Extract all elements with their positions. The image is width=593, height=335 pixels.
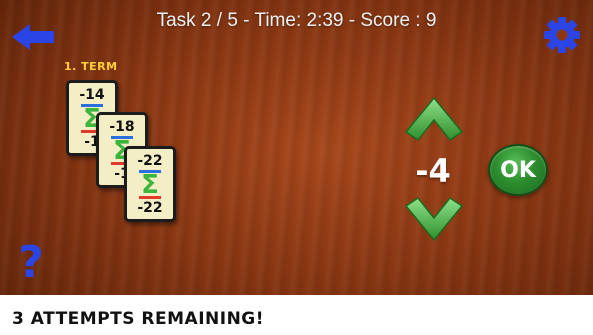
decrement-button[interactable] [404,196,464,242]
card-top-value: -18 [109,119,135,135]
increment-button[interactable] [404,96,464,142]
status-header: Task 2 / 5 - Time: 2:39 - Score : 9 [156,10,437,31]
term-label: 1. TERM [64,60,118,73]
chevron-down-icon [404,196,464,242]
back-button[interactable] [10,22,56,52]
stepper-value: -4 [415,152,451,190]
card-top-value: -14 [79,87,105,103]
attempts-remaining-text: 3 ATTEMPTS REMAINING! [12,309,265,329]
card-divider [139,196,161,199]
sigma-icon: Σ [141,170,159,200]
chevron-up-icon [404,96,464,142]
help-button[interactable]: ? [14,238,48,288]
term-card[interactable]: -22 Σ -22 [124,146,176,222]
status-bar: 3 ATTEMPTS REMAINING! [0,295,593,335]
card-bottom-value: -22 [137,200,163,216]
gear-icon [544,17,580,53]
settings-button[interactable] [543,16,581,54]
ok-button[interactable]: OK [488,144,548,196]
back-arrow-icon [12,24,54,50]
card-top-value: -22 [137,153,163,169]
